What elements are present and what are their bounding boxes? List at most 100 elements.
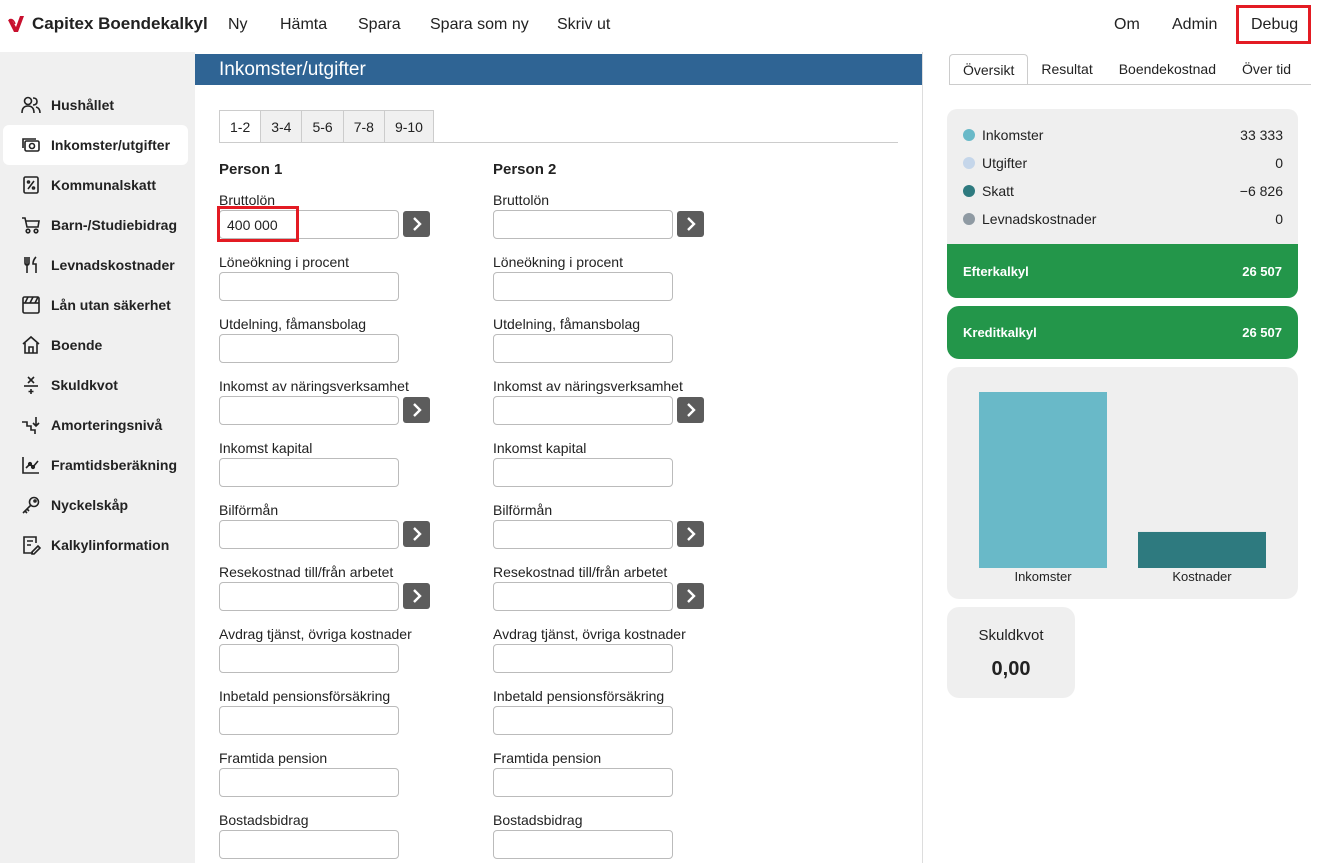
p2-input-inkomst-kapital[interactable] — [493, 458, 673, 487]
sidebar-item-kommunalskatt[interactable]: Kommunalskatt — [3, 165, 188, 205]
sidebar-item-levnadskostnader[interactable]: Levnadskostnader — [3, 245, 188, 285]
percent-icon — [20, 174, 42, 196]
nav-spara[interactable]: Spara — [358, 16, 401, 34]
page-title: Inkomster/utgifter — [195, 54, 922, 85]
sidebar-item-framtidsberakning[interactable]: Framtidsberäkning — [3, 445, 188, 485]
p2-details-button-bruttolön[interactable] — [677, 211, 704, 237]
chevron-right-icon — [412, 589, 422, 603]
sidebar-item-kalkylinformation[interactable]: Kalkylinformation — [3, 525, 188, 565]
legend-dot — [963, 213, 975, 225]
p1-details-button-resekostnad-till-från-arbetet[interactable] — [403, 583, 430, 609]
person-subtabs: 1-2 3-4 5-6 7-8 9-10 — [219, 110, 434, 143]
subtab-1-2[interactable]: 1-2 — [219, 110, 262, 143]
chevron-right-icon — [686, 217, 696, 231]
p1-input-avdrag-tjänst-övriga-kostnader[interactable] — [219, 644, 399, 673]
summary-value: −6 826 — [1239, 183, 1283, 199]
p1-input-löneökning-i-procent[interactable] — [219, 272, 399, 301]
nav-admin[interactable]: Admin — [1172, 16, 1217, 34]
summary-row-skatt: Skatt −6 826 — [963, 181, 1283, 201]
sidebar-item-label: Hushållet — [51, 97, 115, 113]
top-navbar: Capitex Boendekalkyl Ny Hämta Spara Spar… — [0, 0, 1317, 52]
subtab-3-4[interactable]: 3-4 — [261, 110, 303, 143]
efterkalkyl-bar[interactable]: Efterkalkyl 26 507 — [947, 244, 1298, 298]
subtab-7-8[interactable]: 7-8 — [343, 110, 385, 143]
p1-label-resekostnad-till-från-arbetet: Resekostnad till/från arbetet — [219, 564, 394, 580]
p1-input-framtida-pension[interactable] — [219, 768, 399, 797]
legend-dot — [963, 129, 975, 141]
p1-input-inkomst-av-näringsverksamhet[interactable] — [219, 396, 399, 425]
p1-input-inkomst-kapital[interactable] — [219, 458, 399, 487]
summary-value: 0 — [1275, 211, 1283, 227]
tab-resultat[interactable]: Resultat — [1028, 54, 1105, 85]
p2-input-resekostnad-till-från-arbetet[interactable] — [493, 582, 673, 611]
skuldkvot-value: 0,00 — [991, 658, 1031, 680]
sidebar-item-label: Lån utan säkerhet — [51, 297, 171, 313]
sidebar-item-label: Barn-/Studiebidrag — [51, 217, 178, 233]
sidebar-item-label: Kommunalskatt — [51, 177, 157, 193]
p2-input-utdelning-fåmansbolag[interactable] — [493, 334, 673, 363]
tab-divider — [949, 84, 1311, 85]
p2-label-utdelning-fåmansbolag: Utdelning, fåmansbolag — [493, 316, 641, 332]
key-icon — [20, 494, 42, 516]
p1-input-bilförmån[interactable] — [219, 520, 399, 549]
p1-input-utdelning-fåmansbolag[interactable] — [219, 334, 399, 363]
p1-label-framtida-pension: Framtida pension — [219, 750, 328, 766]
p1-label-avdrag-tjänst-övriga-kostnader: Avdrag tjänst, övriga kostnader — [219, 626, 412, 642]
summary-row-levnadskostnader: Levnadskostnader 0 — [963, 209, 1283, 229]
sidebar-item-amorteringsniva[interactable]: Amorteringsnivå — [3, 405, 188, 445]
sidebar-item-label: Levnadskostnader — [51, 257, 175, 273]
p1-input-bostadsbidrag[interactable] — [219, 830, 399, 859]
p2-input-löneökning-i-procent[interactable] — [493, 272, 673, 301]
p1-details-button-inkomst-av-näringsverksamhet[interactable] — [403, 397, 430, 423]
p1-label-löneökning-i-procent: Löneökning i procent — [219, 254, 349, 270]
p1-input-inbetald-pensionsförsäkring[interactable] — [219, 706, 399, 735]
growth-chart-icon — [20, 454, 42, 476]
nav-hamta[interactable]: Hämta — [280, 16, 327, 34]
nav-om[interactable]: Om — [1114, 16, 1140, 34]
sidebar-item-hushallet[interactable]: Hushållet — [3, 85, 188, 125]
chevron-right-icon — [412, 403, 422, 417]
sidebar-item-label: Kalkylinformation — [51, 537, 170, 553]
bar-inkomster — [979, 392, 1107, 568]
sidebar-item-lan-utan-sakerhet[interactable]: Lån utan säkerhet — [3, 285, 188, 325]
p2-details-button-bilförmån[interactable] — [677, 521, 704, 547]
tab-boendekostnad[interactable]: Boendekostnad — [1106, 54, 1229, 85]
p2-details-button-resekostnad-till-från-arbetet[interactable] — [677, 583, 704, 609]
p2-input-avdrag-tjänst-övriga-kostnader[interactable] — [493, 644, 673, 673]
efterkalkyl-value: 26 507 — [1242, 263, 1282, 279]
p2-input-framtida-pension[interactable] — [493, 768, 673, 797]
debug-highlight-box — [1236, 5, 1311, 44]
p2-input-bilförmån[interactable] — [493, 520, 673, 549]
sidebar-item-label: Boende — [51, 337, 103, 353]
summary-row-utgifter: Utgifter 0 — [963, 153, 1283, 173]
kreditkalkyl-bar[interactable]: Kreditkalkyl 26 507 — [947, 306, 1298, 359]
subtab-9-10[interactable]: 9-10 — [384, 110, 434, 143]
sidebar-item-barn-studiebidrag[interactable]: Barn-/Studiebidrag — [3, 205, 188, 245]
sidebar-item-boende[interactable]: Boende — [3, 325, 188, 365]
tab-over-tid[interactable]: Över tid — [1229, 54, 1304, 85]
nav-spara-som-ny[interactable]: Spara som ny — [430, 16, 529, 34]
p1-input-resekostnad-till-från-arbetet[interactable] — [219, 582, 399, 611]
nav-skriv-ut[interactable]: Skriv ut — [557, 16, 610, 34]
p2-input-inbetald-pensionsförsäkring[interactable] — [493, 706, 673, 735]
sidebar-item-inkomster-utgifter[interactable]: Inkomster/utgifter — [3, 125, 188, 165]
p2-details-button-inkomst-av-näringsverksamhet[interactable] — [677, 397, 704, 423]
users-icon — [20, 94, 42, 116]
p2-input-bostadsbidrag[interactable] — [493, 830, 673, 859]
brand[interactable]: Capitex Boendekalkyl — [6, 14, 208, 34]
subtab-5-6[interactable]: 5-6 — [302, 110, 344, 143]
nav-ny[interactable]: Ny — [228, 16, 248, 34]
sidebar: Hushållet Inkomster/utgifter Kommunalska… — [0, 52, 195, 863]
p1-details-button-bruttolön[interactable] — [403, 211, 430, 237]
p2-input-bruttolön[interactable] — [493, 210, 673, 239]
app-title: Capitex Boendekalkyl — [32, 14, 208, 33]
tab-oversikt[interactable]: Översikt — [949, 54, 1029, 85]
sidebar-item-skuldkvot[interactable]: Skuldkvot — [3, 365, 188, 405]
sidebar-item-label: Skuldkvot — [51, 377, 118, 393]
house-icon — [20, 334, 42, 356]
p1-details-button-bilförmån[interactable] — [403, 521, 430, 547]
p2-input-inkomst-av-näringsverksamhet[interactable] — [493, 396, 673, 425]
p1-label-bilförmån: Bilförmån — [219, 502, 279, 518]
sidebar-item-nyckelskap[interactable]: Nyckelskåp — [3, 485, 188, 525]
summary-label: Utgifter — [982, 155, 1028, 171]
